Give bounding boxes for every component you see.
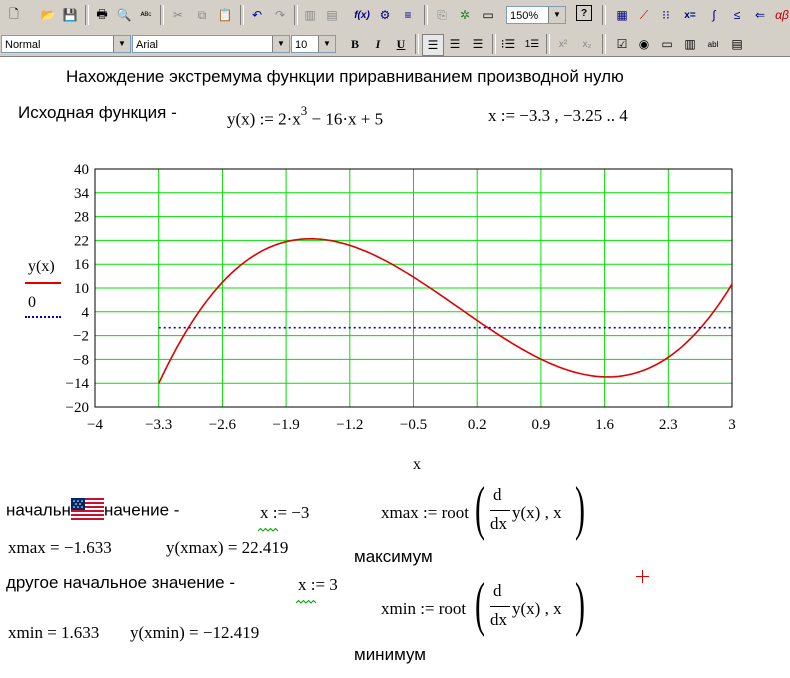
xmax-root-definition[interactable]: xmax := root xyxy=(381,503,469,523)
initial-value-label: начальн начение - xyxy=(6,498,180,522)
x-tick-label: 0.2 xyxy=(468,417,487,433)
x-tick-label: −1.2 xyxy=(336,417,363,433)
x-tick-label: −4 xyxy=(87,417,103,433)
x-tick-label: 0.9 xyxy=(532,417,551,433)
flag-icon xyxy=(70,498,104,520)
crosshair-cursor-icon xyxy=(636,570,649,583)
warning-squiggle-icon xyxy=(295,592,317,604)
derivative-numerator: d xyxy=(493,485,502,504)
derivative-denominator: dx xyxy=(490,514,507,533)
derivative-denominator: dx xyxy=(490,610,507,629)
x-tick-label: −2.6 xyxy=(209,417,237,433)
series-line-yx xyxy=(157,238,733,384)
right-paren: ) xyxy=(575,571,585,637)
xy-plot[interactable]: −20 −14 −8 −2 4 10 16 22 28 34 40 −4 −3.3 −2.6 −1.9 −1… xyxy=(0,0,790,470)
fraction-bar xyxy=(490,606,510,607)
fraction-bar xyxy=(490,510,510,511)
y-tick-label: 40 xyxy=(74,162,89,178)
plot-grid xyxy=(94,168,733,408)
x-axis-label: x xyxy=(413,456,421,473)
root-arguments: y(x) , x xyxy=(512,503,562,522)
y-tick-label: −2 xyxy=(73,329,89,345)
x-tick-label: 1.6 xyxy=(595,417,614,433)
y-tick-label: 22 xyxy=(74,233,89,249)
x-tick-label: 2.3 xyxy=(659,417,678,433)
x-tick-labels: −4 −3.3 −2.6 −1.9 −1.2 −0.5 0.2 0.9 1.6 2.3 3 xyxy=(87,417,736,433)
xmax-def-text: xmax := root xyxy=(381,503,469,522)
y-tick-label: −20 xyxy=(66,400,89,416)
other-initial-value-label: другое начальное значение - xyxy=(6,573,236,592)
xmin-def-text: xmin := root xyxy=(381,599,467,618)
xmax-result[interactable]: xmax = −1.633 xyxy=(8,538,112,558)
legend-label-zero: 0 xyxy=(28,294,36,311)
y-tick-label: 10 xyxy=(74,281,89,297)
left-paren: ( xyxy=(475,475,485,541)
plot-series xyxy=(157,238,733,384)
y-tick-label: −8 xyxy=(73,352,89,368)
x-tick-label: −0.5 xyxy=(400,417,427,433)
xmin-result[interactable]: xmin = 1.633 xyxy=(8,623,99,643)
x-tick-label: −3.3 xyxy=(145,417,172,433)
warning-squiggle-icon xyxy=(257,520,279,532)
initial-value-label-left: начальн xyxy=(6,500,71,520)
y-tick-label: −14 xyxy=(66,376,90,392)
legend-line-zero xyxy=(25,316,61,318)
y-tick-label: 28 xyxy=(74,210,89,226)
legend-line-y xyxy=(25,282,61,284)
y-tick-label: 34 xyxy=(74,186,90,202)
x-tick-label: −1.9 xyxy=(272,417,299,433)
left-paren: ( xyxy=(475,571,485,637)
yxmax-result[interactable]: y(xmax) = 22.419 xyxy=(166,538,288,558)
derivative-numerator: d xyxy=(493,581,502,600)
y-axis-label: y(x) xyxy=(28,258,55,275)
y-tick-label: 4 xyxy=(82,305,90,321)
root-arguments: y(x) , x xyxy=(512,599,562,618)
maximum-label: максимум xyxy=(354,547,433,566)
minimum-label: минимум xyxy=(354,645,426,664)
x-tick-label: 3 xyxy=(728,417,736,433)
initial-value-label-right: начение - xyxy=(103,500,180,520)
y-tick-label: 16 xyxy=(74,257,90,273)
xmin-root-definition[interactable]: xmin := root xyxy=(381,599,466,619)
right-paren: ) xyxy=(575,475,585,541)
yxmin-result[interactable]: y(xmin) = −12.419 xyxy=(130,623,259,643)
y-tick-labels: −20 −14 −8 −2 4 10 16 22 28 34 40 xyxy=(66,162,90,416)
